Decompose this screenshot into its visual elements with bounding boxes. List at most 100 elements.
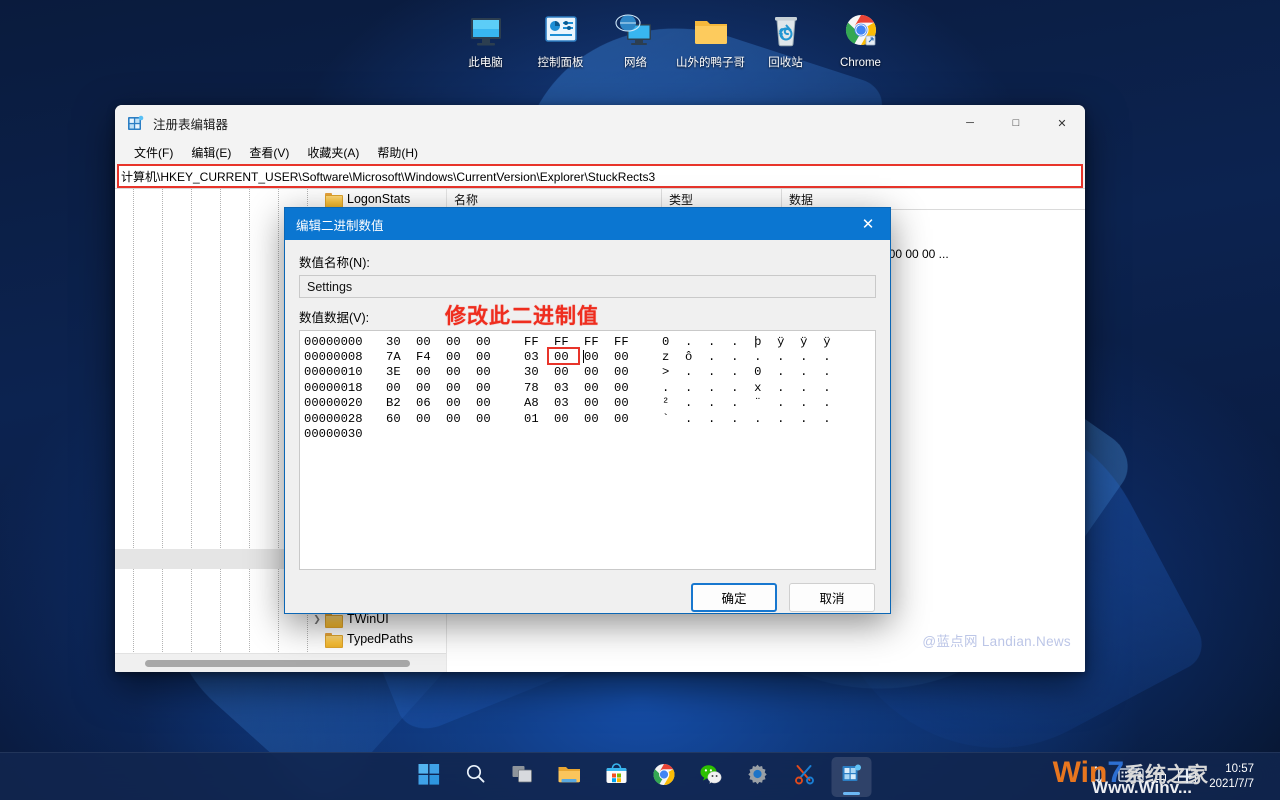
hex-row[interactable]: 000000103E00000030000000> . . . 0 . . . <box>304 365 875 380</box>
hex-byte[interactable]: 3E <box>386 365 416 379</box>
hex-byte[interactable]: 00 <box>614 350 644 364</box>
cancel-button[interactable]: 取消 <box>789 583 875 612</box>
hex-byte[interactable]: FF <box>554 335 584 349</box>
hex-byte[interactable]: 00 <box>446 350 476 364</box>
desktop-icon-label: 此电脑 <box>468 56 503 70</box>
hex-byte[interactable]: 06 <box>416 396 446 410</box>
usb-safe-remove-icon[interactable] <box>1086 766 1108 788</box>
hex-offset: 00000010 <box>304 365 386 379</box>
tree-scroll-thumb[interactable] <box>145 660 410 667</box>
hex-byte[interactable]: 00 <box>584 365 614 379</box>
desktop-icon-folder-shanwai[interactable]: 山外的鸭子哥 <box>673 4 748 74</box>
menu-file[interactable]: 文件(F) <box>125 142 182 163</box>
close-button[interactable]: ✕ <box>1039 105 1085 141</box>
hex-byte[interactable]: 00 <box>614 412 644 426</box>
taskbar-file-explorer[interactable] <box>550 757 590 797</box>
taskbar-chrome[interactable] <box>644 757 684 797</box>
taskbar-regedit[interactable] <box>832 757 872 797</box>
address-bar[interactable]: 计算机\HKEY_CURRENT_USER\Software\Microsoft… <box>117 164 1083 188</box>
hex-byte[interactable]: 00 <box>416 381 446 395</box>
hex-byte[interactable]: 00 <box>614 365 644 379</box>
hex-byte[interactable]: 00 <box>416 335 446 349</box>
value-name-input[interactable]: Settings <box>299 275 876 298</box>
hex-row[interactable]: 0000000030000000FFFFFFFF0 . . . þ ÿ ÿ ÿ <box>304 334 875 349</box>
hex-byte[interactable]: A8 <box>524 396 554 410</box>
minimize-button[interactable]: ─ <box>947 105 993 141</box>
hex-editor[interactable]: 0000000030000000FFFFFFFF0 . . . þ ÿ ÿ ÿ0… <box>299 330 876 570</box>
hex-byte[interactable]: 7A <box>386 350 416 364</box>
hex-byte[interactable]: 00 <box>446 335 476 349</box>
hex-byte[interactable]: 00 <box>614 396 644 410</box>
hex-byte[interactable]: 00 <box>554 350 584 364</box>
tree-item[interactable]: TypedPaths <box>115 629 446 649</box>
menu-view[interactable]: 查看(V) <box>240 142 298 163</box>
hex-byte[interactable]: 78 <box>524 381 554 395</box>
keyboard-icon[interactable] <box>1118 766 1144 788</box>
menu-favorites[interactable]: 收藏夹(A) <box>298 142 368 163</box>
taskbar-wechat[interactable] <box>691 757 731 797</box>
hex-byte[interactable]: 03 <box>554 381 584 395</box>
hex-row[interactable]: 000000286000000001000000` . . . . . . . <box>304 411 875 426</box>
hex-byte[interactable]: 03 <box>524 350 554 364</box>
taskbar-snipping-tool[interactable] <box>785 757 825 797</box>
hex-byte[interactable]: FF <box>524 335 554 349</box>
desktop-icon-recycle-bin[interactable]: 回收站 <box>748 4 823 74</box>
hex-byte[interactable]: 00 <box>584 350 614 364</box>
show-desktop-icon[interactable] <box>1268 762 1272 792</box>
hex-byte[interactable]: 00 <box>584 381 614 395</box>
hex-byte[interactable]: B2 <box>386 396 416 410</box>
edit-binary-value-dialog: 编辑二进制数值 ✕ 数值名称(N): Settings 修改此二进制值 数值数据… <box>284 207 891 614</box>
dialog-close-button[interactable]: ✕ <box>846 208 890 240</box>
ime-language-indicator[interactable]: 中 <box>1154 768 1167 787</box>
menu-help[interactable]: 帮助(H) <box>368 142 427 163</box>
taskbar-settings[interactable] <box>738 757 778 797</box>
desktop-icon-chrome[interactable]: Chrome <box>823 4 898 74</box>
hex-byte[interactable]: 00 <box>554 365 584 379</box>
hex-byte[interactable]: 30 <box>386 335 416 349</box>
hex-byte[interactable]: FF <box>584 335 614 349</box>
hex-byte[interactable]: 00 <box>554 412 584 426</box>
hex-byte[interactable]: 00 <box>476 412 506 426</box>
maximize-button[interactable]: □ <box>993 105 1039 141</box>
taskbar-start-button[interactable] <box>409 757 449 797</box>
desktop-icon-this-pc[interactable]: 此电脑 <box>448 4 523 74</box>
hex-byte[interactable]: F4 <box>416 350 446 364</box>
window-title-bar[interactable]: 注册表编辑器 ─ □ ✕ <box>115 105 1085 141</box>
hex-row[interactable]: 00000030 <box>304 426 875 441</box>
hex-byte[interactable]: 00 <box>446 396 476 410</box>
menu-edit[interactable]: 编辑(E) <box>182 142 240 163</box>
hex-byte[interactable]: 00 <box>476 381 506 395</box>
hex-byte[interactable]: FF <box>614 335 644 349</box>
taskbar-search-button[interactable] <box>456 757 496 797</box>
desktop-icon-network[interactable]: 网络 <box>598 4 673 74</box>
hex-byte[interactable]: 60 <box>386 412 416 426</box>
ok-button[interactable]: 确定 <box>691 583 777 612</box>
hex-byte[interactable]: 00 <box>416 365 446 379</box>
tree-item[interactable]: LogonStats <box>115 189 446 209</box>
hex-byte[interactable]: 00 <box>446 412 476 426</box>
ime-mode-icon[interactable] <box>1177 766 1199 788</box>
hex-byte[interactable]: 00 <box>446 381 476 395</box>
hex-byte[interactable]: 00 <box>386 381 416 395</box>
desktop-icon-control-panel[interactable]: 控制面板 <box>523 4 598 74</box>
hex-byte[interactable]: 03 <box>554 396 584 410</box>
hex-row[interactable]: 000000087AF4000003000000z ô . . . . . . <box>304 349 875 364</box>
hex-byte[interactable]: 00 <box>476 365 506 379</box>
hex-row[interactable]: 00000020B2060000A8030000² . . . ¨ . . . <box>304 396 875 411</box>
hex-byte[interactable]: 00 <box>614 381 644 395</box>
hex-byte[interactable]: 01 <box>524 412 554 426</box>
hex-byte[interactable]: 00 <box>476 396 506 410</box>
hex-byte[interactable]: 00 <box>446 365 476 379</box>
taskbar-microsoft-store[interactable] <box>597 757 637 797</box>
hex-byte[interactable]: 00 <box>584 412 614 426</box>
hex-byte[interactable]: 00 <box>416 412 446 426</box>
taskbar-task-view-button[interactable] <box>503 757 543 797</box>
hex-byte[interactable]: 00 <box>476 350 506 364</box>
taskbar-clock[interactable]: 10:57 2021/7/7 <box>1209 762 1258 792</box>
hex-row[interactable]: 000000180000000078030000. . . . x . . . <box>304 380 875 395</box>
hex-byte[interactable]: 30 <box>524 365 554 379</box>
dialog-title-bar[interactable]: 编辑二进制数值 ✕ <box>285 208 890 240</box>
tree-horizontal-scrollbar[interactable] <box>115 653 446 672</box>
hex-byte[interactable]: 00 <box>476 335 506 349</box>
hex-byte[interactable]: 00 <box>584 396 614 410</box>
